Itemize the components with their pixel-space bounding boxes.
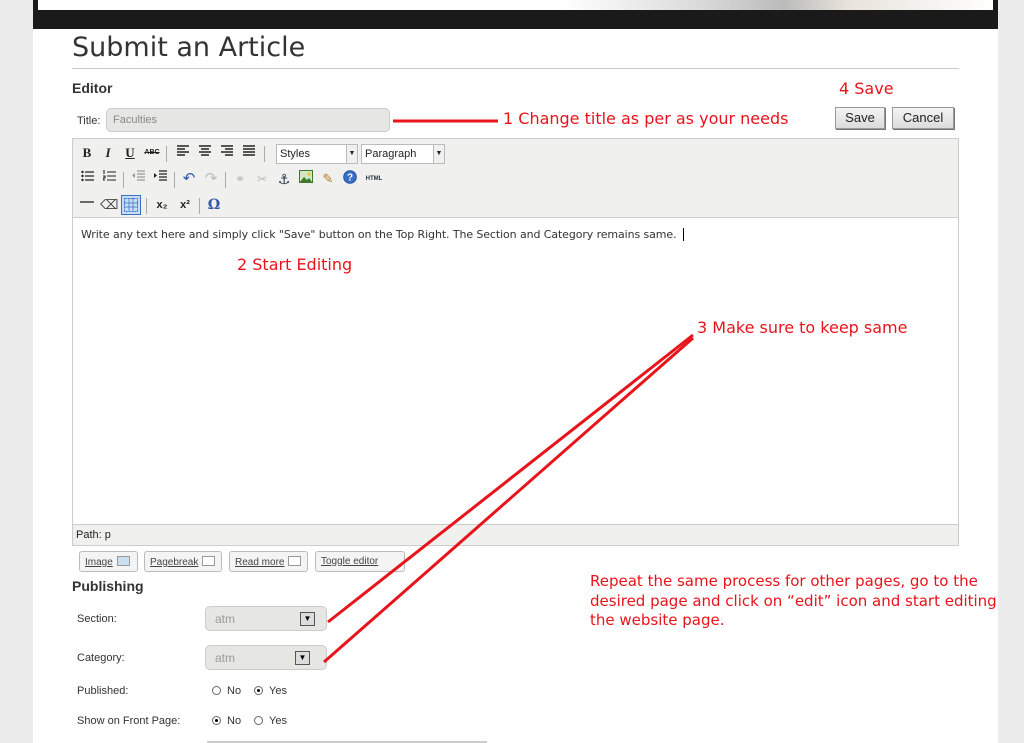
annotation-keep-same: 3 Make sure to keep same [697,318,908,337]
annotation-start-editing: 2 Start Editing [237,255,353,274]
annotation-note-line-2: desired page and click on “edit” icon an… [590,592,997,610]
annotation-change-title: 1 Change title as per as your needs [503,109,789,128]
annotation-note-line-3: the website page. [590,611,725,629]
annotation-note-line-1: Repeat the same process for other pages,… [590,572,978,590]
annotation-save: 4 Save [839,79,894,98]
